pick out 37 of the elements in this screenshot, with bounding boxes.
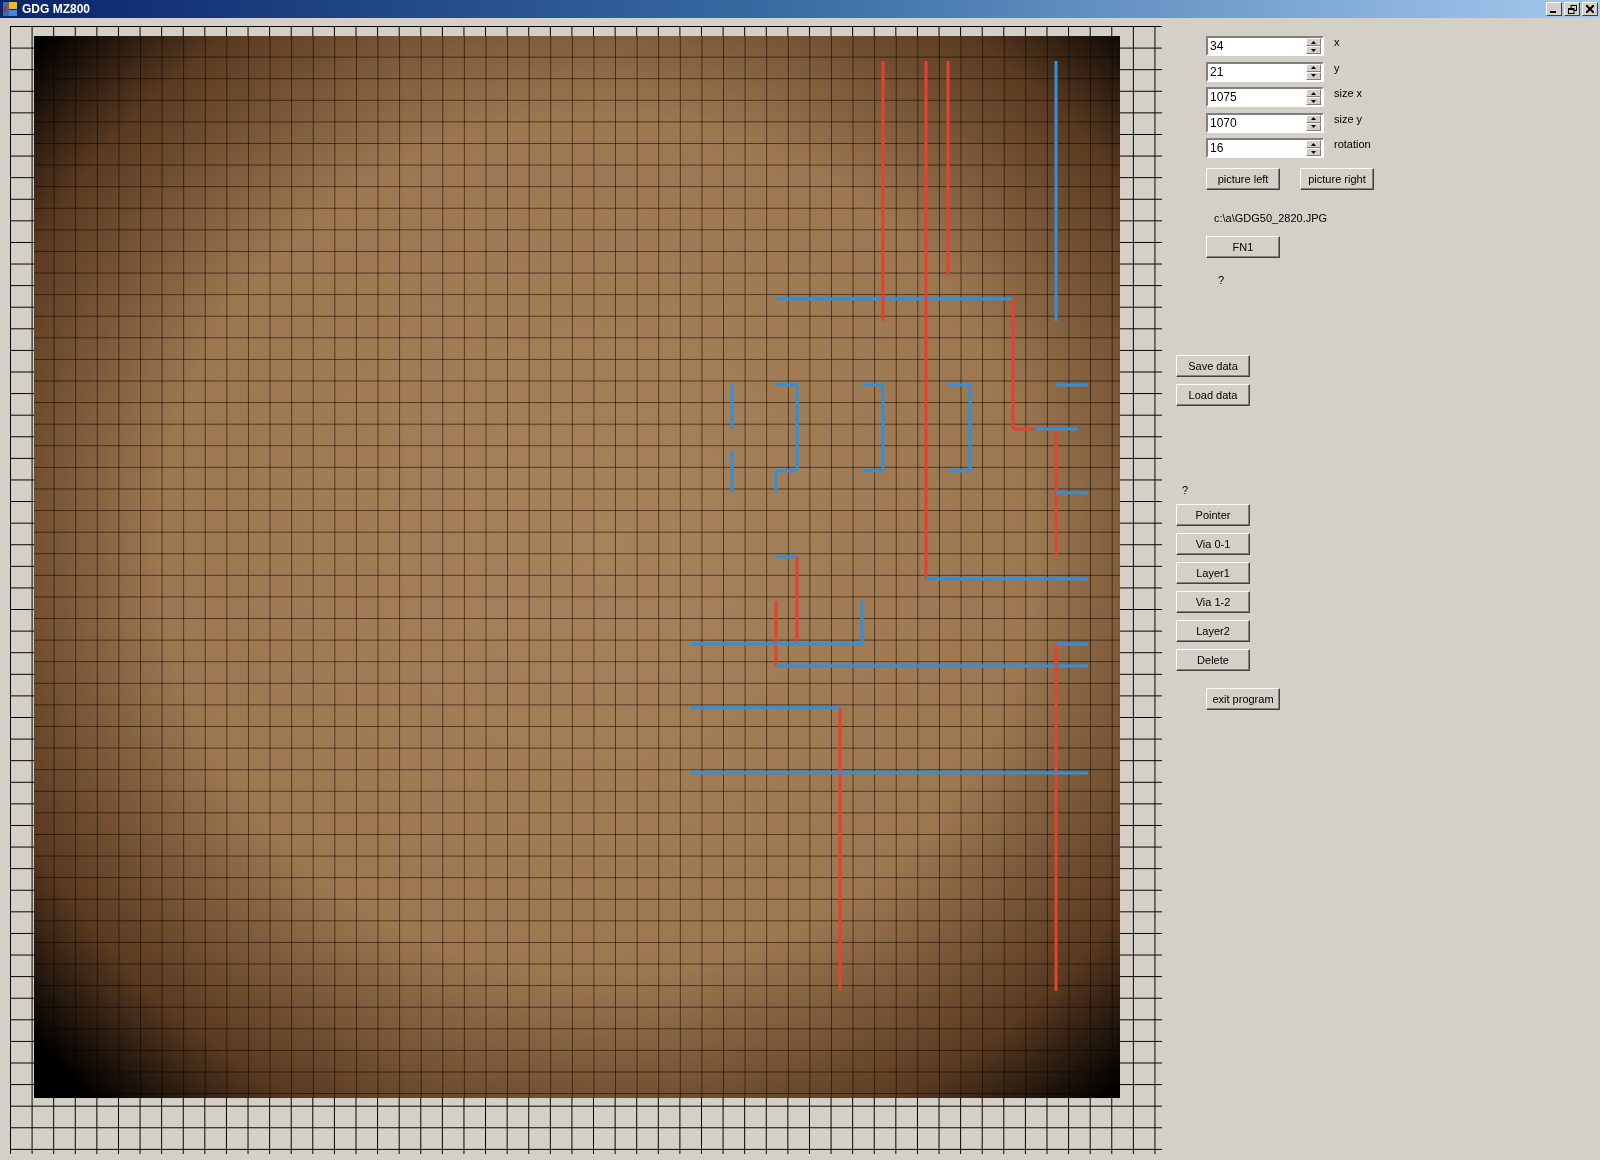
tool-button[interactable]: Via 0-1: [1176, 532, 1250, 555]
tool-button[interactable]: Pointer: [1176, 503, 1250, 526]
picture-button[interactable]: picture right: [1300, 167, 1374, 190]
close-button[interactable]: [1582, 2, 1598, 16]
number-field[interactable]: 1075: [1206, 87, 1324, 108]
minimize-button[interactable]: [1546, 2, 1562, 16]
window-title: GDG MZ800: [22, 2, 91, 16]
data-button[interactable]: Save data: [1176, 354, 1250, 377]
number-field[interactable]: 1070: [1206, 112, 1324, 133]
spinner-arrows-icon[interactable]: [1306, 114, 1321, 131]
number-field[interactable]: 34: [1206, 36, 1324, 56]
tool-button[interactable]: Via 1-2: [1176, 590, 1250, 613]
tool-button[interactable]: Delete: [1176, 648, 1250, 671]
restore-icon: [1567, 4, 1577, 14]
spinner-arrows-icon[interactable]: [1306, 38, 1321, 54]
number-field[interactable]: 16: [1206, 138, 1324, 159]
spinner-arrows-icon[interactable]: [1306, 89, 1321, 106]
file-path: c:\a\GDG50_2820.JPG: [1214, 211, 1329, 224]
number-field[interactable]: 21: [1206, 61, 1324, 82]
exit-button[interactable]: exit program: [1206, 687, 1280, 710]
restore-button[interactable]: [1564, 2, 1580, 16]
close-icon: [1586, 5, 1594, 13]
field-label: size y: [1334, 112, 1363, 125]
tool-button[interactable]: Layer1: [1176, 561, 1250, 584]
app-icon: [2, 1, 18, 17]
field-label: rotation: [1334, 138, 1371, 151]
field-label: x: [1334, 36, 1340, 48]
fn-button[interactable]: FN1: [1206, 235, 1280, 258]
spinner-arrows-icon[interactable]: [1306, 63, 1321, 80]
status-text: ?: [1182, 483, 1190, 496]
field-label: size x: [1334, 87, 1363, 100]
spinner-arrows-icon[interactable]: [1306, 140, 1321, 157]
status-text: ?: [1218, 273, 1226, 286]
data-button[interactable]: Load data: [1176, 383, 1250, 406]
picture-button[interactable]: picture left: [1206, 167, 1280, 190]
tool-button[interactable]: Layer2: [1176, 619, 1250, 642]
field-label: y: [1334, 61, 1340, 74]
